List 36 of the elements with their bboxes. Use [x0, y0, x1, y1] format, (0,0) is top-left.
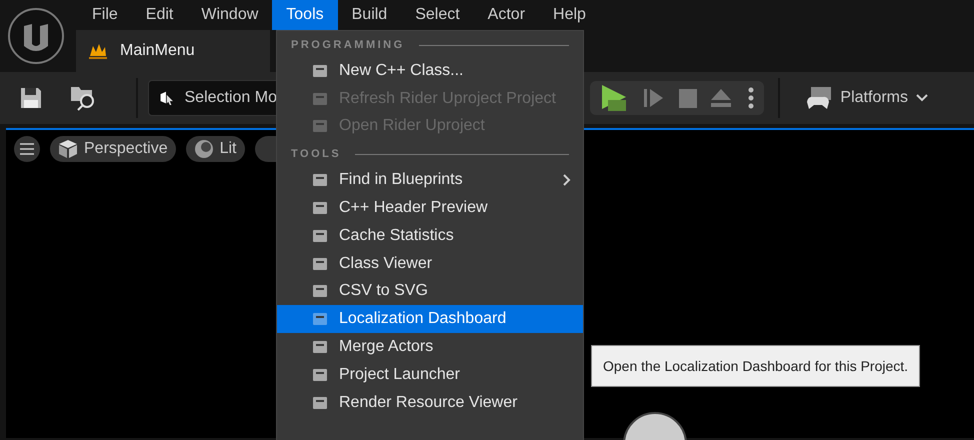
- menu-item[interactable]: Build: [338, 0, 402, 30]
- chevron-right-icon: [563, 174, 571, 186]
- menu-button[interactable]: [14, 136, 40, 162]
- menu-entry[interactable]: Merge Actors: [277, 333, 583, 361]
- menu-entry[interactable]: CSV to SVG: [277, 278, 583, 306]
- menu-entry[interactable]: C++ Header Preview: [277, 194, 583, 222]
- menu-item[interactable]: File: [78, 0, 132, 30]
- eject-icon[interactable]: [710, 87, 732, 109]
- menu-item[interactable]: Tools: [272, 0, 338, 30]
- more-icon[interactable]: [748, 87, 754, 109]
- menu-item[interactable]: Window: [187, 0, 272, 30]
- sphere-icon: [194, 139, 214, 159]
- menu-entry[interactable]: Localization Dashboard: [277, 305, 583, 334]
- save-icon[interactable]: [20, 87, 42, 109]
- menu-icon: [20, 143, 34, 155]
- menu-item[interactable]: Select: [401, 0, 474, 30]
- platforms-dropdown[interactable]: Platforms: [800, 85, 934, 111]
- level-tab[interactable]: MainMenu: [76, 30, 270, 72]
- chevron-down-icon: [916, 94, 928, 102]
- section-header: PROGRAMMING: [291, 39, 405, 51]
- section-header: TOOLS: [291, 148, 342, 160]
- menu-item[interactable]: Actor: [474, 0, 540, 30]
- stop-icon[interactable]: [678, 87, 698, 109]
- menu-entry[interactable]: Find in Blueprints: [277, 166, 583, 194]
- tooltip: Open the Localization Dashboard for this Project.: [591, 345, 920, 387]
- lit-button[interactable]: Lit: [186, 136, 244, 162]
- menu-entry[interactable]: Cache Statistics: [277, 222, 583, 250]
- menu-entry[interactable]: Class Viewer: [277, 250, 583, 278]
- menu-item[interactable]: Help: [539, 0, 600, 30]
- logo-icon[interactable]: [6, 6, 66, 66]
- tab-title: MainMenu: [120, 42, 195, 60]
- menu-item[interactable]: Edit: [132, 0, 188, 30]
- menu-entry[interactable]: Render Resource Viewer: [277, 388, 583, 417]
- menu-entry[interactable]: Project Launcher: [277, 360, 583, 389]
- perspective-button[interactable]: Perspective: [50, 136, 176, 162]
- level-icon: [88, 42, 108, 60]
